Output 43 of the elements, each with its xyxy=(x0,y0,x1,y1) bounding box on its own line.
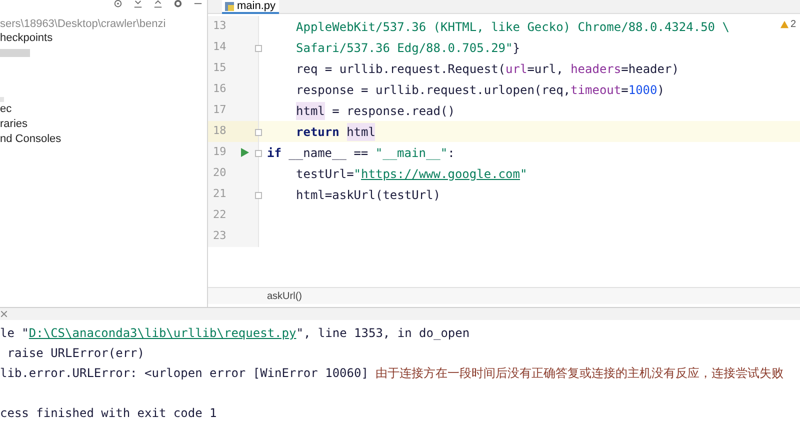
line-number: 22 xyxy=(212,207,228,224)
line-number: 17 xyxy=(212,102,228,118)
line-number: 14 xyxy=(212,39,228,56)
line-number: 21 xyxy=(212,186,228,202)
project-tree-item[interactable]: heckpoints xyxy=(0,30,53,47)
code-line: html = response.read() xyxy=(295,102,455,120)
project-path: sers\18963\Desktop\crawler\benzi xyxy=(0,17,167,31)
line-number: 23 xyxy=(212,228,228,244)
code-line: AppleWebKit/537.36 (KHTML, like Gecko) Chrome/88.0.4324.50 \ xyxy=(295,18,730,36)
console-output-line: le "D:\CS\anaconda3\lib\urllib\request.py", line 1353, in do_open xyxy=(0,325,470,342)
project-tree-item[interactable]: nd Consoles xyxy=(0,131,62,148)
fold-marker-icon[interactable] xyxy=(255,45,262,52)
breadcrumb-item[interactable]: askUrl() xyxy=(267,288,302,304)
code-line: response = urllib.request.urlopen(req,timeout=1000) xyxy=(295,82,664,98)
close-icon[interactable] xyxy=(1,311,7,317)
python-file-icon xyxy=(225,2,234,10)
code-line: testUrl="https://www.google.com" xyxy=(295,166,528,182)
target-icon[interactable] xyxy=(113,0,123,9)
line-number: 15 xyxy=(212,60,228,76)
line-number: 20 xyxy=(212,165,228,182)
console-output-line: raise URLError(err) xyxy=(6,345,144,362)
warning-count: 2 xyxy=(790,18,796,32)
line-number: 16 xyxy=(212,81,228,98)
fold-marker-icon[interactable] xyxy=(255,192,262,199)
console-output-line: lib.error.URLError: <urlopen error [WinError 10060] 由于连接方在一段时间后没有正确答复或连接的主机没有反应，连接尝试失败 xyxy=(0,365,784,382)
fold-marker-icon[interactable] xyxy=(255,150,262,157)
code-line: Safari/537.36 Edg/88.0.705.29"} xyxy=(295,40,520,56)
code-line: html=askUrl(testUrl) xyxy=(295,186,440,204)
code-line: return html xyxy=(295,122,376,140)
line-number: 18 xyxy=(212,123,228,140)
run-icon[interactable] xyxy=(241,148,249,157)
fold-marker-icon[interactable] xyxy=(255,129,262,136)
code-line: if __name__ == "__main__": xyxy=(266,144,455,162)
line-number: 13 xyxy=(212,18,228,34)
collapse-icon[interactable] xyxy=(133,0,143,9)
warning-icon[interactable] xyxy=(780,20,790,29)
file-tab[interactable]: main.py xyxy=(222,0,279,14)
expand-icon[interactable] xyxy=(153,0,163,9)
project-tree-item[interactable]: ec xyxy=(0,101,12,118)
console-output-line: cess finished with exit code 1 xyxy=(0,405,217,422)
code-line: req = urllib.request.Request(url=url, headers=header) xyxy=(295,60,679,78)
project-tree-item[interactable]: raries xyxy=(0,116,28,133)
line-number: 19 xyxy=(212,144,228,160)
